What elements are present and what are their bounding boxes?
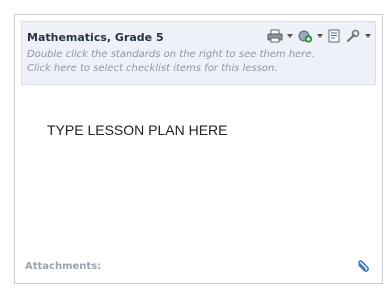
add-standard-icon [297,29,313,43]
toolbar [267,28,371,44]
chevron-down-icon [317,34,323,38]
attachments-label: Attachments: [25,261,102,272]
lesson-panel: Mathematics, Grade 5 Double click the st… [14,14,383,284]
lesson-plan-editor[interactable]: TYPE LESSON PLAN HERE [47,122,228,138]
chevron-down-icon [365,34,371,38]
print-button[interactable] [267,29,293,43]
chevron-down-icon [287,34,293,38]
paperclip-icon[interactable] [356,259,370,279]
add-standard-button[interactable] [297,29,323,43]
lesson-header: Mathematics, Grade 5 Double click the st… [21,21,376,85]
document-icon [327,29,341,43]
subject-title: Mathematics, Grade 5 [27,31,164,44]
wrench-icon [345,29,361,43]
document-button[interactable] [327,29,341,43]
checklist-link[interactable]: Click here to select checklist items for… [27,63,278,74]
printer-icon [267,29,283,43]
tools-button[interactable] [345,29,371,43]
standards-hint: Double click the standards on the right … [27,49,315,60]
